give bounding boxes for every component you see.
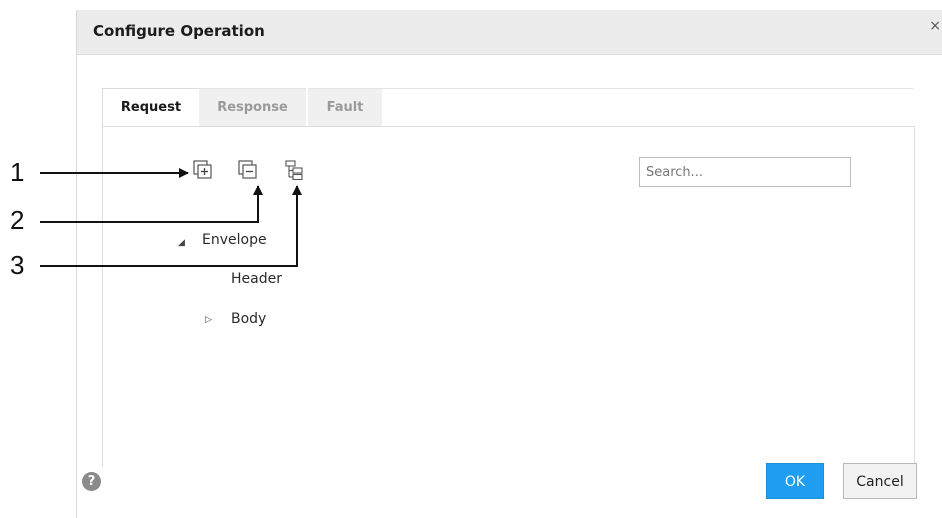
callout-label-2: 2 xyxy=(10,205,25,235)
callout-label-1: 1 xyxy=(10,157,25,187)
callout-arrow-2 xyxy=(40,185,263,223)
callout-label-3: 3 xyxy=(10,250,25,280)
callout-lines xyxy=(40,168,302,267)
